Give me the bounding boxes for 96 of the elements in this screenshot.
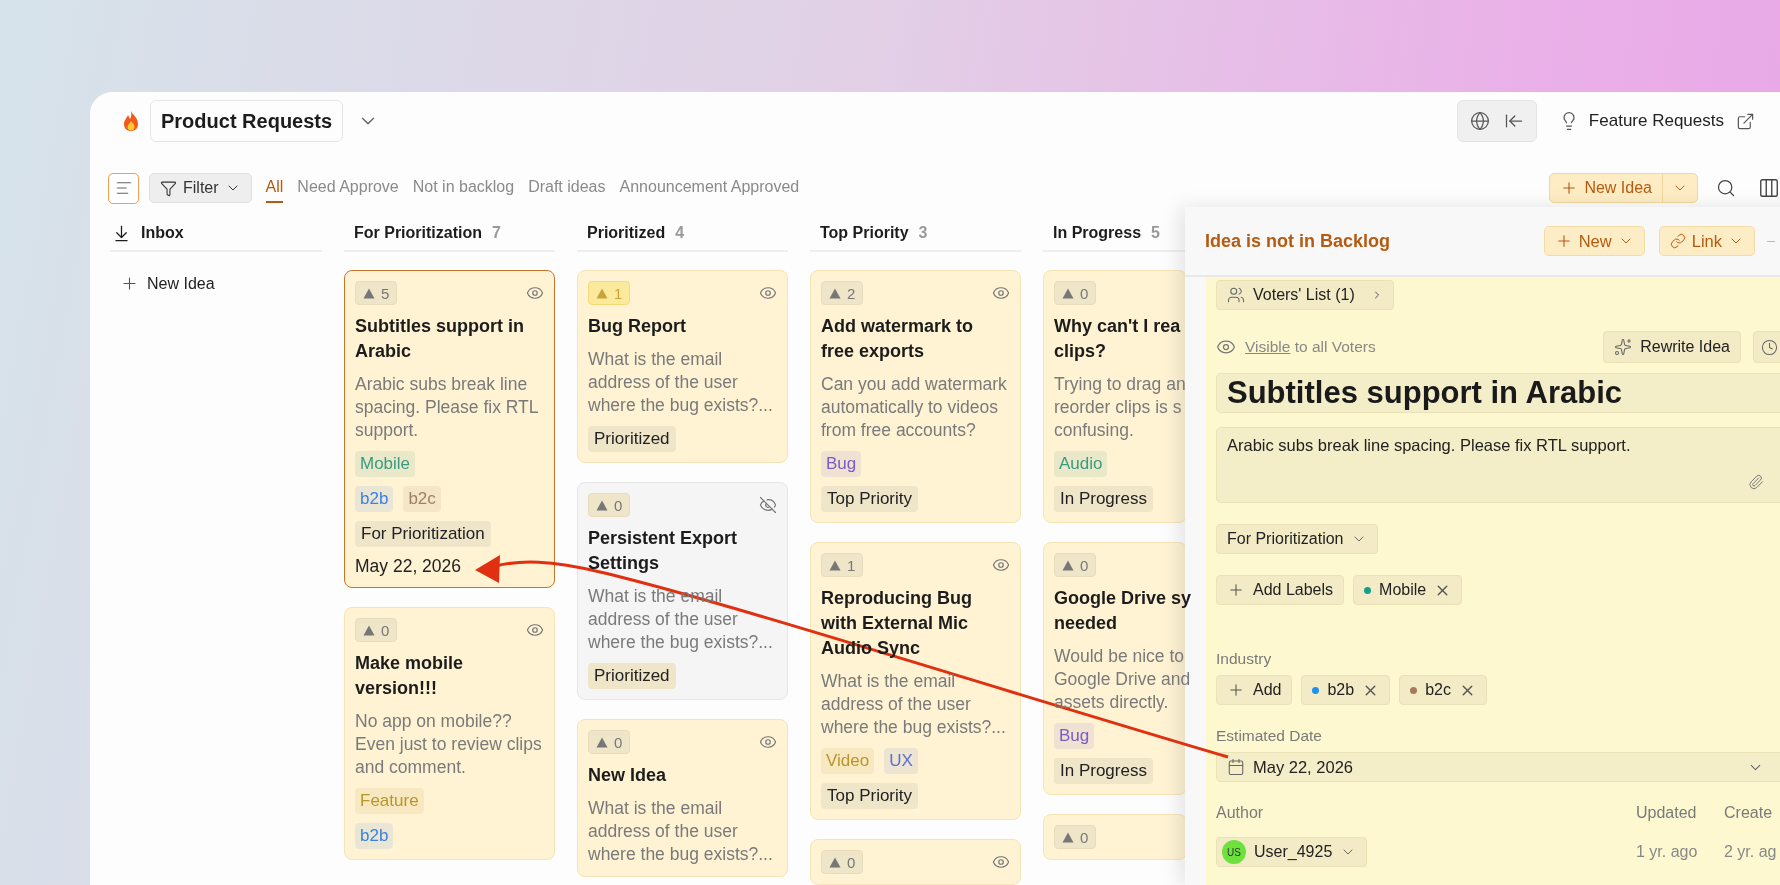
rewrite-idea-button[interactable]: Rewrite Idea — [1603, 331, 1741, 363]
description-field[interactable]: Arabic subs break line spacing. Please fix RTL support. — [1216, 427, 1780, 503]
status-tag: In Progress — [1054, 486, 1153, 512]
industry-chip[interactable]: b2c — [1399, 675, 1487, 705]
industry-tag: b2b — [355, 823, 394, 849]
column-title: Top Priority — [820, 224, 909, 242]
label-tag: Audio — [1054, 451, 1108, 477]
industry-tag: b2c — [403, 486, 441, 512]
idea-card[interactable]: 0 — [1043, 814, 1187, 860]
status-tag: Prioritized — [588, 663, 676, 689]
add-industry-button[interactable]: Add — [1216, 675, 1293, 705]
industry-tag: b2b — [355, 486, 394, 512]
link-button[interactable]: Link — [1658, 226, 1755, 256]
status-tag: Prioritized — [588, 426, 676, 452]
created-time: 2 yr. ag — [1724, 842, 1778, 862]
label-tag: Mobile — [355, 451, 416, 477]
vote-button[interactable]: 0 — [355, 618, 398, 642]
status-dropdown[interactable]: For Prioritization — [1216, 524, 1379, 554]
label-tag: Bug — [821, 451, 862, 477]
vote-button[interactable]: 0 — [1054, 281, 1097, 305]
card-description: Arabic subs break line spacing. Please fix RTL support. — [355, 373, 539, 442]
voters-list-button[interactable]: Voters' List (1) — [1216, 280, 1394, 310]
vote-button[interactable]: 2 — [821, 281, 864, 305]
add-labels-button[interactable]: Add Labels — [1216, 575, 1345, 605]
column-title: For Prioritization — [354, 224, 482, 242]
field-label: Author — [1216, 804, 1265, 823]
field-label: Create — [1724, 804, 1774, 823]
view-tab[interactable]: Need Approve — [297, 173, 399, 203]
idea-card[interactable]: 5 Subtitles support in Arabic Arabic subs break line spacing. Please fix RTL support. Mobile b2b b2c For Prioritization May 22, 2026 — [344, 270, 555, 588]
filter-button[interactable]: Filter — [149, 173, 252, 203]
idea-card[interactable]: 0 Make mobile version!!! No app on mobile?? Even just to review clips and comment. Feature b2b — [344, 607, 555, 860]
card-description: No app on mobile?? Even just to review clips and comment. — [355, 710, 543, 779]
updated-time: 1 yr. ago — [1636, 842, 1699, 862]
card-description: What is the email address of the user where the bug exists?... — [821, 670, 1007, 739]
vote-button[interactable]: 0 — [821, 850, 864, 874]
industry-chip[interactable]: b2b — [1301, 675, 1391, 705]
column-count: 5 — [1151, 224, 1160, 242]
card-title: Add watermark to free exports — [821, 315, 975, 363]
add-idea-button[interactable]: New Idea — [120, 274, 322, 293]
card-description: Trying to drag an reorder clips is s confusing. — [1054, 373, 1186, 442]
card-description: Can you add watermark automatically to videos from free accounts? — [821, 373, 1008, 442]
idea-card[interactable]: 1 Bug Report What is the email address of the user where the bug exists?... Prioritized — [577, 270, 788, 463]
status-tag: Top Priority — [821, 486, 919, 512]
column-count: 7 — [492, 224, 501, 242]
field-label: Estimated Date — [1216, 727, 1323, 746]
label-tag: Bug — [1054, 723, 1095, 749]
label-tag: Video — [821, 748, 875, 774]
idea-card[interactable]: 1 Reproducing Bug with External Mic Audio Sync What is the email address of the user where the bug exists?... Video UX Top Priority — [810, 542, 1021, 820]
column-title: Inbox — [141, 224, 184, 242]
visibility-text: Visible to all Voters — [1245, 338, 1376, 356]
author-dropdown[interactable]: US User_4925 — [1216, 837, 1368, 867]
field-label: Updated — [1636, 804, 1698, 823]
column-count: 3 — [918, 224, 928, 242]
backlog-status-title: Idea is not in Backlog — [1205, 230, 1391, 252]
idea-card[interactable]: 0 — [810, 839, 1021, 885]
vote-button[interactable]: 0 — [588, 493, 631, 517]
column-title: In Progress — [1053, 224, 1142, 242]
card-title: Subtitles support in Arabic — [355, 315, 525, 363]
portal-link[interactable]: Feature Requests — [1588, 111, 1724, 131]
status-tag: Top Priority — [821, 783, 919, 809]
title-field[interactable]: Subtitles support in Arabic — [1216, 373, 1780, 413]
idea-card[interactable]: 0 New Idea What is the email address of the user where the bug exists?... — [577, 719, 788, 877]
description-text: Arabic subs break line spacing. Please fix RTL support. — [1227, 436, 1631, 454]
vote-button[interactable]: 0 — [1054, 553, 1097, 577]
column-title: Prioritized — [587, 224, 666, 242]
card-title: Persistent Export Settings — [588, 527, 739, 575]
column-count: 4 — [675, 224, 685, 242]
card-title: Make mobile version!!! — [355, 652, 465, 700]
idea-card[interactable]: 0 Why can't I rea clips? Trying to drag an reorder clips is s confusing. Audio In Progress — [1043, 270, 1187, 523]
idea-card[interactable]: 2 Add watermark to free exports Can you add watermark automatically to videos from free accounts? Bug Top Priority — [810, 270, 1021, 523]
vote-button[interactable]: 5 — [355, 281, 398, 305]
new-button[interactable]: New — [1543, 226, 1645, 256]
status-tag: For Prioritization — [355, 521, 491, 547]
vote-button[interactable]: 1 — [821, 553, 864, 577]
card-description: What is the email address of the user where the bug exists?... — [588, 797, 774, 866]
card-title: New Idea — [588, 764, 667, 787]
date-field[interactable]: May 22, 2026 — [1216, 752, 1780, 782]
vote-button[interactable]: 0 — [1054, 825, 1097, 849]
field-label: Industry — [1216, 650, 1273, 669]
label-tag: UX — [884, 748, 918, 774]
view-tab[interactable]: Draft ideas — [528, 173, 606, 203]
label-chip[interactable]: Mobile — [1353, 575, 1463, 605]
vote-button[interactable]: 0 — [588, 730, 631, 754]
card-description: What is the email address of the user where the bug exists?... — [588, 348, 774, 417]
card-date: May 22, 2026 — [355, 556, 463, 577]
view-tab[interactable]: Announcement Approved — [619, 173, 800, 203]
card-title: Reproducing Bug with External Mic Audio Sync — [821, 587, 973, 660]
card-title: Why can't I rea clips? — [1054, 315, 1181, 363]
card-title: Bug Report — [588, 315, 686, 338]
avatar: US — [1222, 840, 1246, 864]
view-tab[interactable]: Not in backlog — [412, 173, 515, 203]
board-title[interactable]: Product Requests — [150, 100, 344, 142]
view-tab[interactable]: All — [265, 173, 284, 203]
status-tag: In Progress — [1054, 758, 1153, 784]
label-tag: Feature — [355, 788, 424, 814]
new-idea-button[interactable]: New Idea — [1550, 174, 1663, 202]
